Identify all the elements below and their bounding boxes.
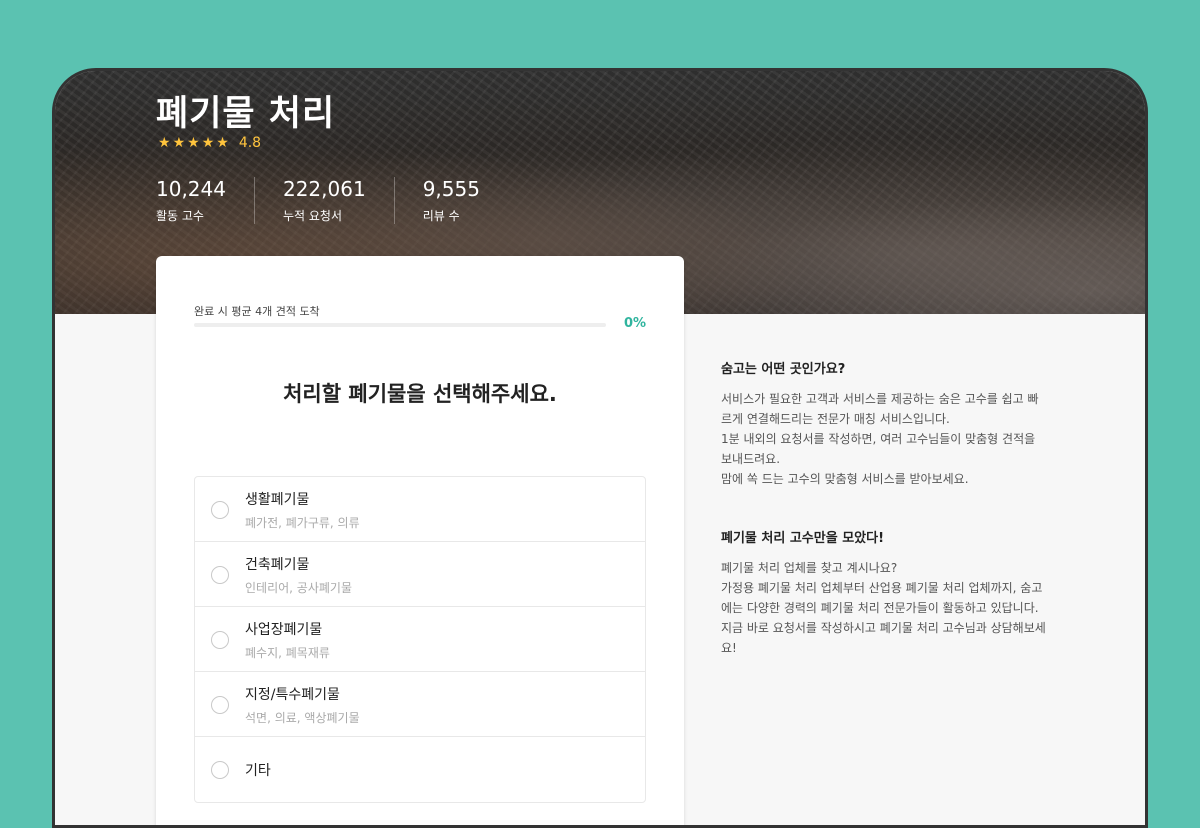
option-subtitle: 폐가전, 폐가구류, 의류	[245, 516, 360, 530]
info-block-category: 폐기물 처리 고수만을 모았다! 폐기물 처리 업체를 찾고 계시나요? 가정용…	[721, 527, 1071, 658]
stat-requests: 222,061 누적 요청서	[283, 177, 395, 224]
device-frame: 폐기물 처리 ★ ★ ★ ★ ★ 4.8 10,244 활동 고수 222,06…	[52, 68, 1148, 828]
info-body: 서비스가 필요한 고객과 서비스를 제공하는 숨은 고수를 쉽고 빠 르게 연결…	[721, 392, 1039, 486]
option-list: 생활폐기물 폐가전, 폐가구류, 의류 건축폐기물 인테리어, 공사폐기물 사업…	[194, 476, 646, 803]
stat-value: 9,555	[422, 177, 480, 201]
stat-experts: 10,244 활동 고수	[156, 177, 255, 224]
question-title: 처리할 폐기물을 선택해주세요.	[283, 382, 557, 406]
radio-button[interactable]	[211, 761, 229, 779]
star-icon: ★	[201, 135, 215, 151]
option-other[interactable]: 기타	[195, 737, 645, 802]
radio-button[interactable]	[211, 631, 229, 649]
option-title: 생활폐기물	[245, 492, 310, 508]
option-title: 사업장폐기물	[245, 622, 323, 638]
option-title: 기타	[245, 763, 271, 779]
stat-label: 누적 요청서	[282, 209, 342, 223]
option-title: 건축폐기물	[245, 557, 310, 573]
radio-button[interactable]	[211, 501, 229, 519]
radio-button[interactable]	[211, 566, 229, 584]
star-icon: ★	[158, 135, 171, 151]
progress-label: 완료 시 평균 4개 견적 도착	[194, 305, 320, 318]
info-body: 폐기물 처리 업체를 찾고 계시나요? 가정용 폐기물 처리 업체부터 산업용 …	[721, 561, 1046, 655]
option-subtitle: 석면, 의료, 액상폐기물	[245, 711, 360, 725]
page-title: 폐기물 처리	[156, 94, 336, 134]
info-title: 폐기물 처리 고수만을 모았다!	[721, 531, 885, 546]
option-construction-waste[interactable]: 건축폐기물 인테리어, 공사폐기물	[195, 542, 645, 607]
star-icon: ★	[172, 135, 186, 151]
stat-value: 10,244	[156, 177, 226, 201]
stat-reviews: 9,555 리뷰 수	[423, 177, 508, 224]
option-subtitle: 폐수지, 폐목재류	[245, 646, 330, 660]
option-title: 지정/특수폐기물	[245, 687, 340, 703]
radio-button[interactable]	[211, 696, 229, 714]
rating: ★ ★ ★ ★ ★ 4.8	[158, 135, 261, 151]
star-icon: ★	[216, 135, 229, 151]
stat-label: 리뷰 수	[422, 209, 460, 223]
option-special-waste[interactable]: 지정/특수폐기물 석면, 의료, 액상폐기물	[195, 672, 645, 737]
rating-value: 4.8	[238, 135, 262, 151]
stats: 10,244 활동 고수 222,061 누적 요청서 9,555 리뷰 수	[156, 177, 536, 224]
stat-label: 활동 고수	[156, 209, 204, 223]
option-household-waste[interactable]: 생활폐기물 폐가전, 폐가구류, 의류	[195, 477, 645, 542]
star-icon: ★	[187, 135, 200, 151]
info-block-about: 숨고는 어떤 곳인가요? 서비스가 필요한 고객과 서비스를 제공하는 숨은 고…	[721, 358, 1071, 489]
stat-value: 222,061	[282, 177, 366, 201]
screen: 폐기물 처리 ★ ★ ★ ★ ★ 4.8 10,244 활동 고수 222,06…	[55, 71, 1145, 825]
option-subtitle: 인테리어, 공사폐기물	[245, 581, 352, 595]
request-form-card: 완료 시 평균 4개 견적 도착 0% 처리할 폐기물을 선택해주세요. 생활폐…	[156, 256, 684, 825]
progress-bar	[194, 323, 606, 327]
option-business-waste[interactable]: 사업장폐기물 폐수지, 폐목재류	[195, 607, 645, 672]
progress-percent: 0%	[624, 316, 647, 331]
info-panel: 숨고는 어떤 곳인가요? 서비스가 필요한 고객과 서비스를 제공하는 숨은 고…	[721, 358, 1071, 696]
info-title: 숨고는 어떤 곳인가요?	[721, 362, 846, 377]
